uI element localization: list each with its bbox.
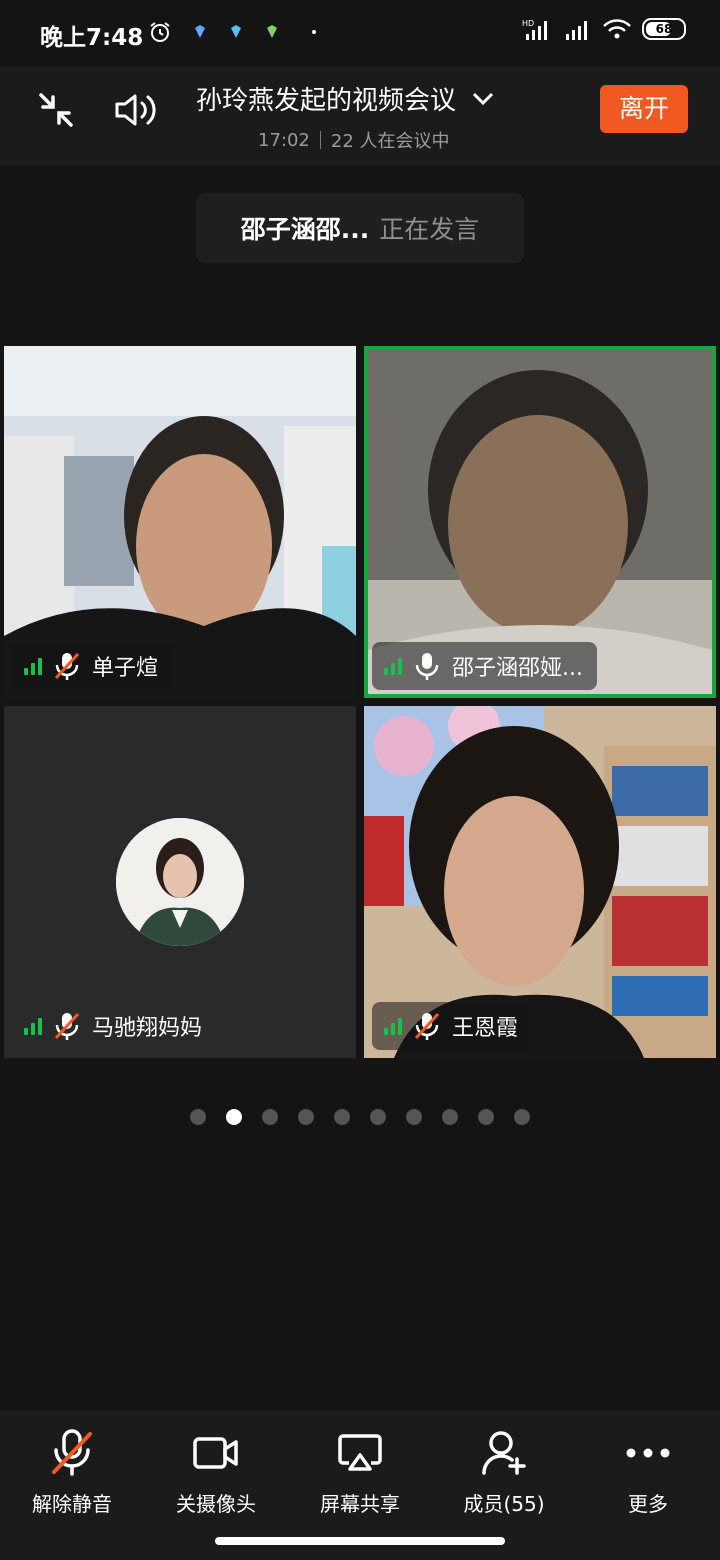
app-notification-icon [231, 25, 241, 38]
alarm-icon [150, 22, 170, 42]
active-speaker-banner: 邵子涵邵... 正在发言 [196, 193, 524, 263]
page-dot[interactable] [514, 1109, 530, 1125]
more-label: 更多 [628, 1492, 668, 1516]
cellular-signal-icon: HD [522, 19, 547, 40]
camera-off-button[interactable]: 关摄像头 [144, 1426, 288, 1517]
more-dots-icon [626, 1448, 670, 1458]
participant-label: 王恩霞 [372, 1002, 533, 1050]
minimize-button[interactable] [32, 86, 80, 134]
clock: 晚上7:48 [40, 25, 144, 51]
wifi-icon [603, 19, 631, 39]
home-indicator[interactable] [215, 1537, 505, 1545]
signal-strength-icon [24, 657, 42, 675]
participant-name: 单子煊 [92, 656, 159, 681]
active-speaker-name: 邵子涵邵... [240, 215, 370, 244]
avatar [116, 818, 244, 946]
app-notification-icon [267, 25, 277, 38]
more-button[interactable]: 更多 [576, 1426, 720, 1517]
notification-icons [148, 20, 316, 44]
page-dot[interactable] [406, 1109, 422, 1125]
status-bar: 晚上7:48 HD 68 [0, 0, 720, 66]
participant-count: 22 人在会议中 [330, 131, 450, 152]
participant-name: 马驰翔妈妈 [92, 1016, 203, 1041]
page-indicator [190, 1109, 530, 1125]
share-screen-button[interactable]: 屏幕共享 [288, 1426, 432, 1517]
leave-button[interactable]: 离开 [600, 85, 688, 133]
chevron-down-icon [472, 92, 494, 105]
meeting-title-area[interactable]: 孙玲燕发起的视频会议 17:02 22 人在会议中 [196, 80, 536, 153]
page-dot[interactable] [190, 1109, 206, 1125]
cellular-signal-icon [566, 21, 587, 40]
divider [319, 131, 321, 149]
members-label: 成员(55) [463, 1492, 545, 1516]
page-dot[interactable] [262, 1109, 278, 1125]
minimize-arrows-icon [39, 93, 73, 127]
camera-off-label: 关摄像头 [176, 1492, 256, 1516]
mic-muted-icon [414, 1012, 440, 1040]
avatar-photo [116, 818, 244, 946]
unmute-label: 解除静音 [32, 1492, 112, 1516]
add-member-icon [482, 1431, 526, 1475]
participant-name: 王恩霞 [452, 1016, 519, 1041]
participant-name: 邵子涵邵娅... [452, 656, 583, 681]
page-dot[interactable] [442, 1109, 458, 1125]
video-tile-speaking[interactable]: 邵子涵邵娅... [364, 346, 716, 698]
meeting-duration: 17:02 [258, 129, 310, 151]
participant-label: 单子煊 [12, 642, 173, 690]
battery-icon: 68 [642, 18, 686, 40]
mic-icon [415, 653, 439, 680]
page-dot[interactable] [334, 1109, 350, 1125]
app-notification-icon [195, 25, 205, 38]
mic-muted-icon [52, 1429, 92, 1476]
share-screen-label: 屏幕共享 [320, 1492, 400, 1516]
battery-percent: 68 [655, 22, 673, 36]
more-notifications-dot [312, 30, 316, 34]
speaker-volume-icon [115, 94, 156, 126]
page-dot[interactable] [298, 1109, 314, 1125]
page-dot-current[interactable] [226, 1109, 242, 1125]
video-tile[interactable]: 王恩霞 [364, 706, 716, 1058]
active-speaker-status: 正在发言 [379, 215, 480, 244]
page-dot[interactable] [370, 1109, 386, 1125]
mic-muted-icon [54, 1012, 80, 1040]
meeting-header: 孙玲燕发起的视频会议 17:02 22 人在会议中 离开 [0, 66, 720, 166]
meeting-title: 孙玲燕发起的视频会议 [196, 86, 457, 116]
page-dot[interactable] [478, 1109, 494, 1125]
signal-strength-icon [384, 1017, 402, 1035]
video-tile-camera-off[interactable]: 马驰翔妈妈 [4, 706, 356, 1058]
speaker-toggle-button[interactable] [112, 86, 160, 134]
screen-share-icon [338, 1434, 382, 1471]
signal-strength-icon [24, 1017, 42, 1035]
svg-text:HD: HD [522, 19, 534, 28]
mic-muted-icon [54, 652, 80, 680]
participant-label: 马驰翔妈妈 [12, 1002, 216, 1050]
participant-label: 邵子涵邵娅... [372, 642, 597, 690]
video-tile[interactable]: 单子煊 [4, 346, 356, 698]
signal-strength-icon [384, 657, 402, 675]
video-camera-icon [193, 1437, 238, 1469]
members-button[interactable]: 成员(55) [432, 1426, 576, 1517]
unmute-button[interactable]: 解除静音 [0, 1426, 144, 1517]
